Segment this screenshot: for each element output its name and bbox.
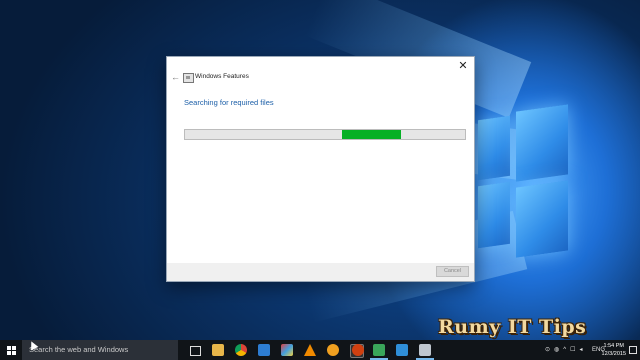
- clock-date: 12/3/2015: [601, 351, 626, 357]
- status-heading: Searching for required files: [184, 98, 274, 107]
- ccleaner-icon[interactable]: [352, 344, 364, 356]
- progress-bar-fill: [341, 130, 401, 139]
- channel-watermark: Rumy IT Tips: [438, 316, 587, 338]
- windows-logo-pane: [478, 181, 510, 249]
- chrome-icon[interactable]: [235, 344, 247, 356]
- back-arrow-icon[interactable]: ←: [171, 71, 181, 83]
- taskbar: Search the web and Windows ⊙◍^☐◂ ENG 1:5…: [0, 340, 640, 360]
- windows-logo-pane: [478, 115, 510, 181]
- file-explorer-icon[interactable]: [212, 344, 224, 356]
- dialog-footer: Cancel: [167, 263, 474, 281]
- clock[interactable]: 1:54 PM 12/3/2015: [602, 342, 626, 358]
- notification-center-icon[interactable]: [629, 346, 637, 354]
- progress-bar: [184, 129, 466, 140]
- windows-logo-pane: [516, 180, 568, 258]
- vlc-icon[interactable]: [304, 344, 316, 356]
- windows-features-dialog: ✕ ← Windows Features Searching for requi…: [166, 56, 475, 282]
- start-button[interactable]: [0, 340, 22, 360]
- clock-time: 1:54 PM: [603, 343, 624, 349]
- windows-logo-pane: [516, 104, 568, 182]
- search-input[interactable]: Search the web and Windows: [22, 340, 178, 360]
- media-player-icon[interactable]: [327, 344, 339, 356]
- cancel-button[interactable]: Cancel: [436, 266, 469, 277]
- close-button[interactable]: ✕: [456, 59, 470, 73]
- app2-icon[interactable]: [396, 344, 408, 356]
- camtasia-icon[interactable]: [373, 344, 385, 356]
- paint-icon[interactable]: [281, 344, 293, 356]
- system-tray-icons[interactable]: ⊙◍^☐◂: [545, 340, 586, 360]
- windows-features-icon: [183, 73, 194, 83]
- dialog-title: Windows Features: [195, 73, 249, 80]
- task-view-icon[interactable]: [190, 346, 201, 356]
- store-icon[interactable]: [258, 344, 270, 356]
- windows-start-icon: [7, 346, 16, 355]
- app3-icon[interactable]: [419, 344, 431, 356]
